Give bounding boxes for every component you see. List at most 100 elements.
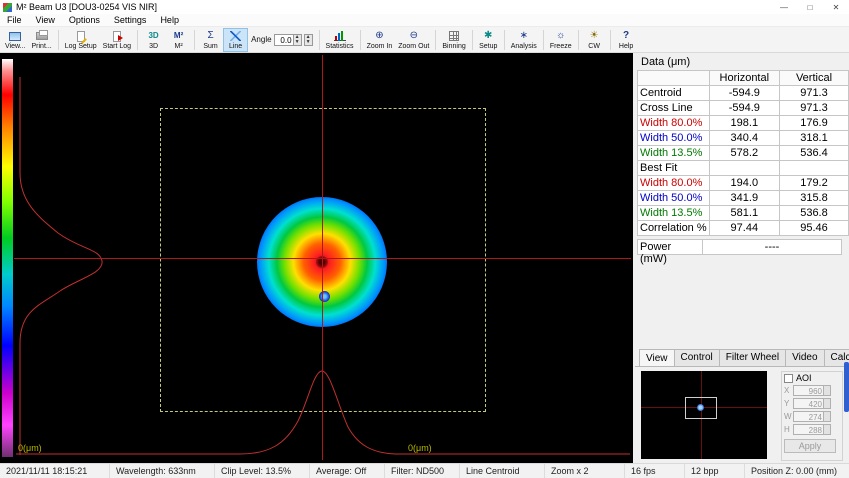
angle-spin-arrows[interactable]: ▲▼ [293,35,301,45]
vertical-profile-curve [20,77,102,455]
data-panel: Data (μm) Horizontal Vertical Centroid -… [633,53,849,463]
aoi-x-input[interactable]: 960 [793,385,831,396]
scrollbar-thumb[interactable] [844,362,849,412]
beam-display[interactable]: 0(μm) 0(μm) [0,53,633,463]
start-log-button[interactable]: Start Log [100,28,134,52]
toolbar: View... Print... Log Setup Start Log 3D … [0,27,849,53]
power-label: Power (mW) [637,239,703,255]
aoi-y-input[interactable]: 420 [793,398,831,409]
line-icon [230,30,241,43]
sum-icon: Σ [207,30,213,43]
line-button[interactable]: Line [223,28,248,52]
zoom-out-button[interactable]: ⊖ Zoom Out [395,28,432,52]
status-line-centroid: Line Centroid [460,464,545,478]
aoi-label: AOI [796,373,812,383]
toolbar-separator [435,30,436,50]
minimize-icon[interactable]: — [771,0,797,14]
menu-file[interactable]: File [0,14,29,26]
aoi-field-y: Y 420 [784,398,840,409]
camera-preview[interactable] [641,371,767,459]
table-row: Width 80.0% 194.0 179.2 [638,176,849,191]
aoi-checkbox[interactable] [784,374,793,383]
m-squared-button[interactable]: M² M² [166,28,191,52]
title-bar: M² Beam U3 [DOU3-0254 VIS NIR] — □ ✕ [0,0,849,14]
tab-view[interactable]: View [639,349,675,366]
table-header-row: Horizontal Vertical [638,71,849,86]
print-icon [36,30,48,43]
statistics-icon [334,30,346,43]
window-title: M² Beam U3 [DOU3-0254 VIS NIR] [16,2,771,12]
setup-button[interactable]: ✱ Setup [476,28,501,52]
three-d-icon: 3D [148,30,158,43]
table-row: Width 50.0% 340.4 318.1 [638,131,849,146]
table-row: Width 13.5% 581.1 536.8 [638,206,849,221]
column-header-vertical: Vertical [779,71,848,86]
table-row: Centroid -594.9 971.3 [638,86,849,101]
view-icon [9,30,21,43]
view-button[interactable]: View... [2,28,29,52]
freeze-icon: ☼ [556,30,565,43]
toolbar-separator [360,30,361,50]
tab-control[interactable]: Control [674,349,720,366]
aoi-group: AOI X 960 Y 420 W 274 H 288 Apply [781,371,843,461]
help-button[interactable]: ? Help [614,28,639,52]
menu-help[interactable]: Help [153,14,186,26]
angle-spinner[interactable]: 0.0 ▲▼ [274,34,302,46]
table-row: Width 13.5% 578.2 536.4 [638,146,849,161]
binning-icon [449,30,459,43]
measurement-table: Horizontal Vertical Centroid -594.9 971.… [637,70,849,236]
setup-icon: ✱ [484,30,492,43]
tab-filter-wheel[interactable]: Filter Wheel [719,349,786,366]
toolbar-separator [543,30,544,50]
table-row: Correlation % 97.44 95.46 [638,221,849,236]
sum-button[interactable]: Σ Sum [198,28,223,52]
menu-settings[interactable]: Settings [107,14,154,26]
start-log-icon [113,30,121,43]
aoi-h-input[interactable]: 288 [793,424,831,435]
status-wavelength: Wavelength: 633nm [110,464,215,478]
aoi-field-w: W 274 [784,411,840,422]
angle-control: Angle 0.0 ▲▼ ▲▼ [248,34,315,46]
axis-origin-label-left: 0(μm) [18,443,42,453]
close-icon[interactable]: ✕ [823,0,849,14]
status-datetime: 2021/11/11 18:15:21 [0,464,110,478]
aoi-w-input[interactable]: 274 [793,411,831,422]
zoom-in-button[interactable]: ⊕ Zoom In [364,28,396,52]
cw-button[interactable]: ☀ CW [582,28,607,52]
log-setup-button[interactable]: Log Setup [62,28,100,52]
toolbar-separator [472,30,473,50]
column-header-horizontal: Horizontal [709,71,779,86]
data-panel-title: Data (μm) [641,56,849,68]
menu-view[interactable]: View [29,14,62,26]
print-button[interactable]: Print... [29,28,55,52]
aoi-field-h: H 288 [784,424,840,435]
aoi-field-x: X 960 [784,385,840,396]
angle-label: Angle [251,35,271,44]
freeze-button[interactable]: ☼ Freeze [547,28,575,52]
status-position-z: Position Z: 0.00 (mm) [745,464,849,478]
help-icon: ? [623,30,629,43]
tab-video[interactable]: Video [785,349,824,366]
m-squared-icon: M² [174,30,183,43]
zoom-out-icon: ⊖ [410,30,418,43]
analysis-button[interactable]: ∗ Analysis [508,28,540,52]
status-fps: 16 fps [625,464,685,478]
table-row: Cross Line -594.9 971.3 [638,101,849,116]
status-filter: Filter: ND500 [385,464,460,478]
axis-origin-label-right: 0(μm) [408,443,432,453]
apply-button[interactable]: Apply [784,439,836,453]
cw-icon: ☀ [590,30,599,43]
menu-options[interactable]: Options [62,14,107,26]
menu-bar: File View Options Settings Help [0,14,849,27]
log-setup-icon [77,30,85,43]
angle-step-arrows[interactable]: ▲▼ [304,34,313,46]
binning-button[interactable]: Binning [439,28,468,52]
angle-value[interactable]: 0.0 [275,35,293,45]
table-row: Width 50.0% 341.9 315.8 [638,191,849,206]
three-d-button[interactable]: 3D 3D [141,28,166,52]
statistics-button[interactable]: Statistics [323,28,357,52]
power-value: ---- [703,239,842,255]
crosshair-horizontal[interactable] [14,258,631,259]
maximize-icon[interactable]: □ [797,0,823,14]
table-row: Width 80.0% 198.1 176.9 [638,116,849,131]
